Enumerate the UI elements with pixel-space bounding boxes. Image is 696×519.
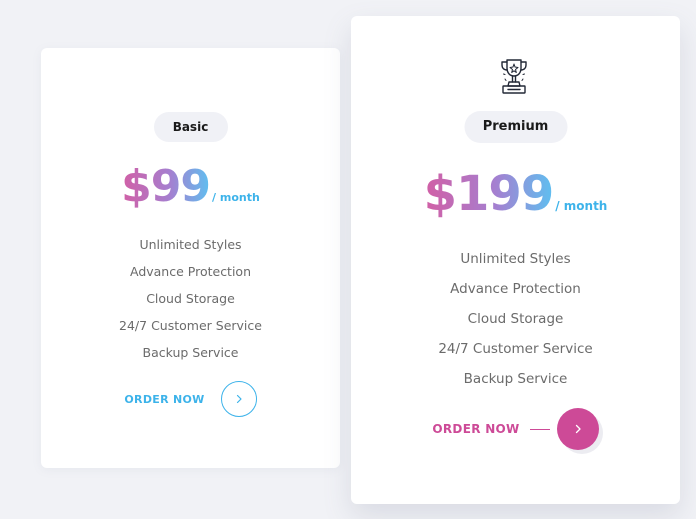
price: $199 [423,166,555,222]
plan-name-badge: Basic [153,112,228,142]
pricing-card-premium: Premium $199 / month Unlimited Styles Ad… [351,16,680,504]
chevron-right-icon [236,394,242,404]
order-row: ORDER NOW [351,408,680,450]
feature-item: 24/7 Customer Service [438,341,593,357]
order-row: ORDER NOW [41,381,340,417]
chevron-right-icon [575,424,581,434]
feature-item: Advance Protection [450,281,581,297]
feature-item: Backup Service [463,371,568,387]
trophy-icon [501,59,527,94]
pricing-card-basic: Basic $99 / month Unlimited Styles Advan… [41,48,340,468]
order-arrow-button[interactable] [556,408,599,450]
price: $99 [121,161,211,212]
order-arrow-button[interactable] [220,381,257,417]
feature-list: Unlimited Styles Advance Protection Clou… [41,231,340,366]
feature-item: Advance Protection [129,264,252,279]
price-row: $99 / month [41,165,340,209]
feature-item: Unlimited Styles [139,237,242,252]
feature-item: 24/7 Customer Service [119,318,262,333]
order-now-link[interactable]: ORDER NOW [124,393,204,406]
price-period: / month [555,199,608,213]
feature-item: Cloud Storage [146,291,235,306]
feature-list: Unlimited Styles Advance Protection Clou… [351,244,680,394]
price-period: / month [212,191,260,204]
feature-item: Unlimited Styles [460,251,571,267]
feature-item: Backup Service [142,345,239,360]
price-row: $199 / month [351,170,680,218]
pricing-page: { "plans": [ { "name": "Basic", "price":… [0,0,696,519]
feature-item: Cloud Storage [467,311,564,327]
divider-dash [529,428,550,430]
plan-name-badge: Premium [464,111,567,143]
order-now-link[interactable]: ORDER NOW [432,422,519,436]
